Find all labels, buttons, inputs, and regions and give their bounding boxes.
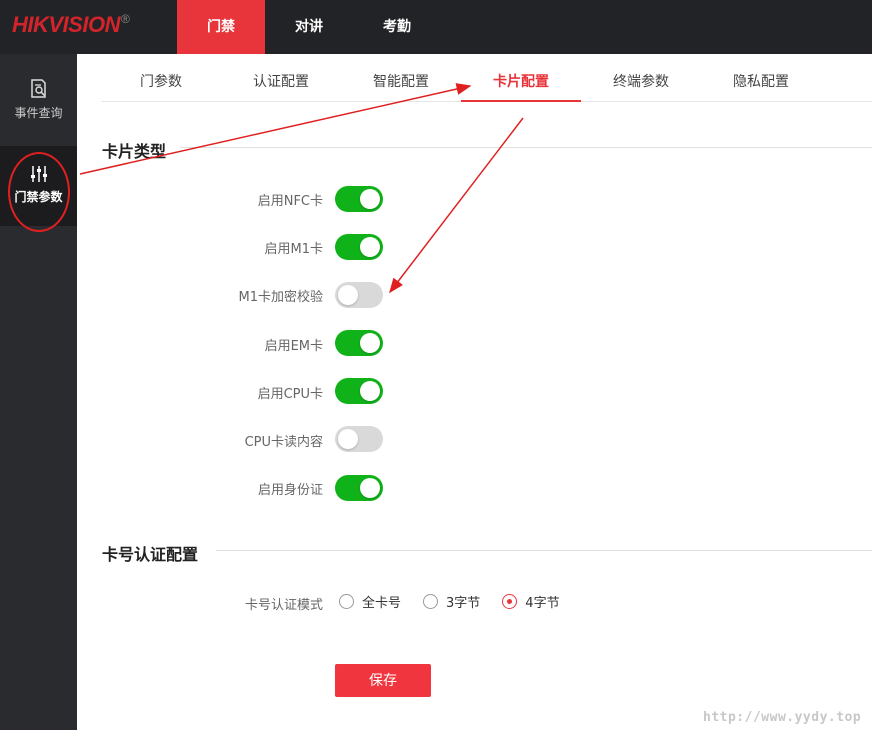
annotation-arrow <box>389 117 524 294</box>
annotation-arrows <box>79 83 524 294</box>
tab-auth-config[interactable]: 认证配置 <box>221 64 341 102</box>
radio-label: 全卡号 <box>362 596 402 611</box>
row-label-m1: 启用M1卡 <box>264 242 324 257</box>
auth-mode-radio-group: 全卡号 3字节 4字节 <box>339 592 582 611</box>
topnav-item-access-control[interactable]: 门禁 <box>177 0 265 54</box>
search-document-icon <box>30 79 46 98</box>
section-title-card-auth: 卡号认证配置 <box>102 545 199 564</box>
sidebar-item-label: 事件查询 <box>14 106 63 120</box>
hikvision-logo: HIKVISION® <box>12 12 130 37</box>
section-title-card-type: 卡片类型 <box>102 142 167 161</box>
top-nav: 门禁 对讲 考勤 <box>177 0 441 54</box>
row-label-m1-encrypt: M1卡加密校验 <box>238 290 324 305</box>
tab-door-params[interactable]: 门参数 <box>101 64 221 102</box>
radio-full-card[interactable]: 全卡号 <box>339 592 401 611</box>
row-label-em: 启用EM卡 <box>264 339 323 354</box>
toggle-id-card[interactable] <box>335 475 383 501</box>
save-button[interactable]: 保存 <box>335 664 431 697</box>
tab-card-config[interactable]: 卡片配置 <box>461 64 581 102</box>
radio-3-byte[interactable]: 3字节 <box>423 592 480 611</box>
sub-tabs: 门参数 认证配置 智能配置 卡片配置 终端参数 隐私配置 <box>101 64 872 102</box>
radio-circle <box>423 594 439 609</box>
tab-terminal-params[interactable]: 终端参数 <box>581 64 701 102</box>
top-bar: HIKVISION® 门禁 对讲 考勤 <box>0 0 872 54</box>
radio-circle <box>339 594 354 609</box>
annotation-circle <box>8 152 70 232</box>
topnav-item-attendance[interactable]: 考勤 <box>353 0 441 54</box>
toggle-cpu-read[interactable] <box>335 426 383 452</box>
row-label-cpu: 启用CPU卡 <box>257 387 323 402</box>
watermark: http://www.yydy.top <box>703 710 862 725</box>
tab-smart-config[interactable]: 智能配置 <box>341 64 461 102</box>
section-divider <box>216 550 872 551</box>
row-label-nfc: 启用NFC卡 <box>257 194 323 209</box>
row-label-cpu-read: CPU卡读内容 <box>244 435 323 450</box>
row-label-id-card: 启用身份证 <box>257 483 323 498</box>
radio-circle <box>502 594 518 609</box>
topnav-item-intercom[interactable]: 对讲 <box>265 0 353 54</box>
section-divider <box>180 147 872 148</box>
toggle-nfc[interactable] <box>335 186 383 212</box>
radio-4-byte[interactable]: 4字节 <box>502 592 560 611</box>
radio-label: 3字节 <box>446 596 481 611</box>
tab-privacy-config[interactable]: 隐私配置 <box>701 64 821 102</box>
toggle-cpu[interactable] <box>335 378 383 404</box>
radio-label: 4字节 <box>525 596 560 611</box>
toggle-m1[interactable] <box>335 234 383 260</box>
toggle-em[interactable] <box>335 330 383 356</box>
row-label-auth-mode: 卡号认证模式 <box>244 598 323 613</box>
toggle-m1-encrypt[interactable] <box>335 282 383 308</box>
